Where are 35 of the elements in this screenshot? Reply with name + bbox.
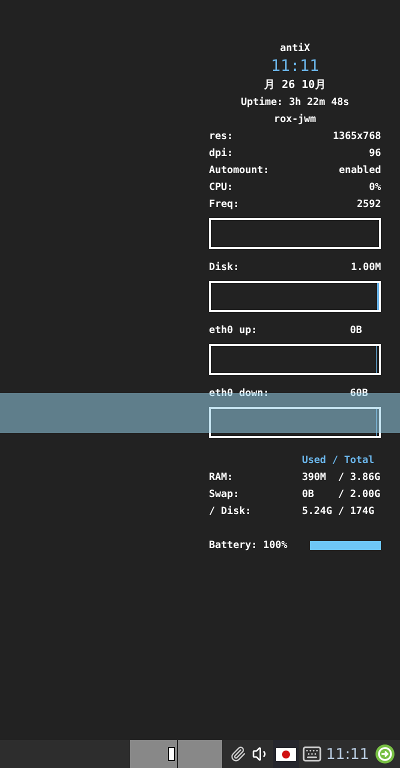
window-manager: rox-jwm xyxy=(274,112,316,127)
info-value: 0% xyxy=(368,181,381,195)
memory-value: 5.24G / 174G xyxy=(302,505,374,519)
pager-window xyxy=(168,747,175,761)
host-name: antiX xyxy=(280,42,310,56)
arrow-circle-icon[interactable] xyxy=(375,744,396,764)
info-label: res: xyxy=(209,130,234,144)
graph-label: eth0 up: xyxy=(209,324,258,338)
uptime: Uptime: 3h 22m 48s xyxy=(240,96,350,110)
keyboard-icon[interactable] xyxy=(302,744,322,764)
info-value: 2592 xyxy=(356,198,381,212)
info-value: enabled xyxy=(338,164,381,178)
paperclip-icon[interactable] xyxy=(230,746,246,762)
graph-value: 0B xyxy=(350,324,362,338)
info-label: CPU: xyxy=(209,181,234,195)
battery-bar xyxy=(310,541,381,550)
graph-value: 1.00M xyxy=(350,261,381,275)
info-label: dpi: xyxy=(209,146,234,161)
memory-value: 390M / 3.86G xyxy=(302,471,380,485)
battery-label: Battery: 100% xyxy=(209,539,288,553)
memory-label: RAM: xyxy=(209,471,234,485)
info-label: Freq: xyxy=(209,198,240,212)
pager[interactable] xyxy=(130,740,222,768)
memory-label: Swap: xyxy=(209,488,240,502)
graph-label: Disk: xyxy=(209,261,240,275)
date: 月 26 10月 xyxy=(264,77,326,93)
memory-label: / Disk: xyxy=(209,504,252,519)
flag-icon[interactable] xyxy=(276,748,296,760)
info-value: 1365x768 xyxy=(332,130,381,144)
taskbar-clock[interactable]: 11:11 xyxy=(326,742,370,766)
info-label: Automount: xyxy=(209,164,270,178)
clock: 11:11 xyxy=(270,56,320,76)
memory-header: Used / Total xyxy=(302,454,376,468)
memory-value: 0B / 2.00G xyxy=(302,488,380,502)
info-value: 96 xyxy=(368,147,381,161)
